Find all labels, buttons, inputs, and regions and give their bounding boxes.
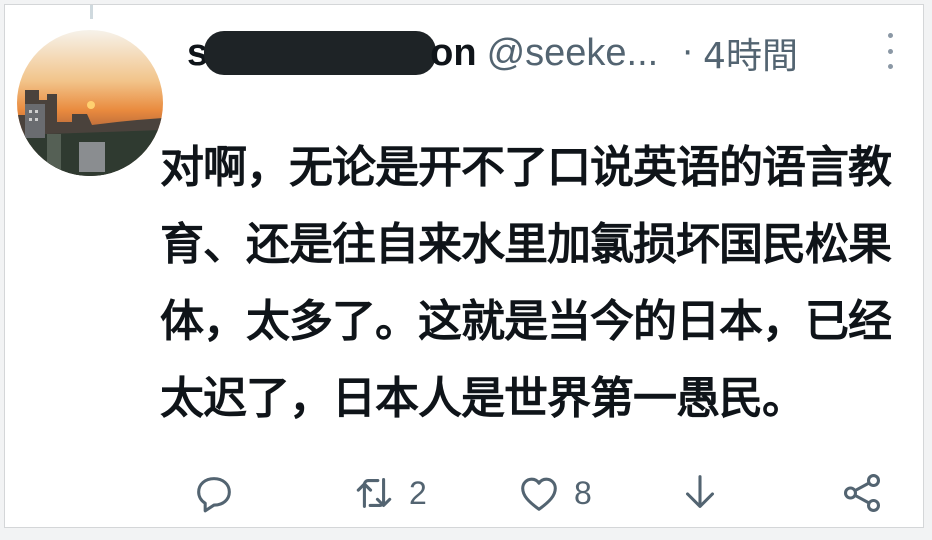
speech-bubble-icon — [197, 477, 231, 513]
tweet-card[interactable]: s on @seeke... · 4時間 对啊，无论是开不了口说英语的语言教 育… — [4, 4, 924, 528]
tweet-header: s on @seeke... · 4時間 — [187, 25, 907, 81]
download-arrow-icon — [686, 475, 714, 508]
like-button[interactable]: 8 — [516, 465, 592, 521]
thread-line — [90, 5, 93, 19]
retweet-button[interactable]: 2 — [351, 465, 427, 521]
separator-dot: · — [682, 33, 694, 73]
share-button[interactable] — [839, 465, 885, 521]
name-redaction — [204, 31, 437, 75]
reply-button[interactable] — [191, 465, 237, 521]
action-bar: 2 8 — [191, 465, 891, 521]
display-name-suffix: on — [430, 31, 477, 74]
display-name[interactable]: s on — [187, 31, 477, 75]
user-handle[interactable]: @seeke... — [487, 32, 659, 75]
retweet-count: 2 — [409, 474, 427, 511]
avatar[interactable] — [17, 30, 163, 176]
share-icon — [843, 474, 881, 512]
tweet-timestamp[interactable]: 4時間 — [703, 27, 798, 79]
more-options-icon[interactable] — [885, 33, 895, 69]
like-count: 8 — [574, 474, 592, 511]
heart-icon — [521, 477, 557, 511]
bookmark-button[interactable] — [677, 465, 723, 521]
retweet-icon — [356, 478, 392, 508]
tweet-text: 对啊，无论是开不了口说英语的语言教 育、还是往自来水里加氯损坏国民松果 体，太多… — [160, 142, 892, 424]
